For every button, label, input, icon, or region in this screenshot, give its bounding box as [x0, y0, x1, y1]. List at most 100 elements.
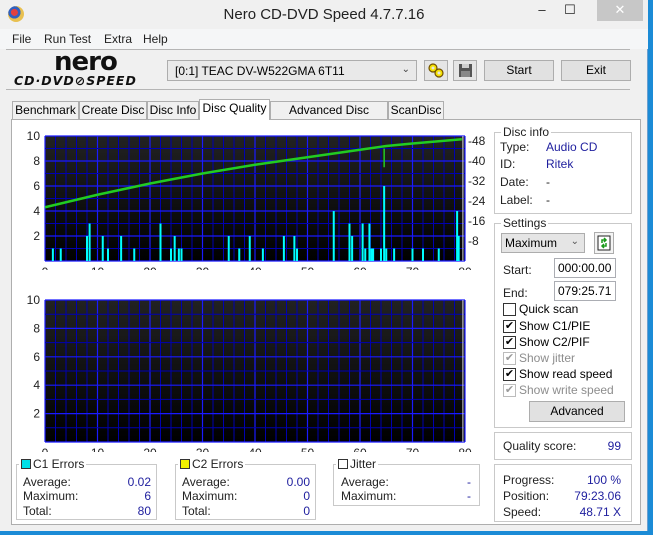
jitter-average-value: - — [467, 475, 471, 489]
x-tick-label: 30 — [196, 265, 210, 270]
error-bar — [107, 248, 109, 261]
start-button[interactable]: Start — [484, 60, 554, 81]
c1-average-value: 0.02 — [127, 475, 151, 489]
error-bar — [293, 236, 296, 261]
y-tick-label: 2 — [33, 229, 40, 243]
checkmark-icon[interactable]: ✔ — [503, 368, 516, 381]
error-bar — [180, 248, 183, 261]
error-bar — [411, 248, 414, 261]
progress-label: Progress: — [503, 473, 555, 487]
jitter-color-swatch — [338, 459, 348, 469]
y2-tick-label: -24 — [468, 194, 486, 208]
checkmark-icon: ✔ — [503, 352, 516, 365]
c1-maximum-label: Maximum: — [23, 489, 79, 503]
quality-score-value: 99 — [607, 439, 621, 453]
tab-benchmark[interactable]: Benchmark — [12, 101, 79, 119]
jitter-title: Jitter — [336, 457, 379, 471]
drive-info-button[interactable] — [424, 60, 448, 81]
checkmark-icon: ✔ — [503, 384, 516, 397]
y-tick-label: 8 — [33, 321, 40, 335]
tab-disc-info[interactable]: Disc Info — [147, 101, 199, 119]
close-button[interactable]: ✕ — [597, 0, 643, 21]
refresh-button[interactable] — [594, 232, 614, 254]
x-tick-label: 20 — [143, 446, 157, 452]
checkmark-icon[interactable]: ✔ — [503, 336, 516, 349]
position-label: Position: — [503, 489, 550, 503]
speed-select[interactable]: Maximum ⌄ — [501, 233, 585, 253]
minimize-button[interactable]: – — [528, 0, 556, 21]
position-value: 79:23.06 — [574, 489, 621, 503]
speed-select-value: Maximum — [505, 236, 558, 250]
y-tick-label: 6 — [33, 179, 40, 193]
error-bar — [177, 248, 180, 261]
x-tick-label: 10 — [91, 265, 105, 270]
tab-advanced-disc-quality[interactable]: Advanced Disc Quality — [270, 101, 388, 133]
c2-errors-title: C2 Errors — [178, 457, 246, 471]
error-bar — [351, 236, 354, 261]
error-bar — [348, 223, 351, 261]
speed-value: 48.71 X — [579, 505, 621, 519]
disc-info-title: Disc info — [501, 125, 552, 139]
x-tick-label: 70 — [406, 446, 420, 452]
menu-file[interactable]: File — [12, 32, 31, 46]
c1-average-label: Average: — [23, 475, 71, 489]
error-bar — [248, 236, 251, 261]
x-tick-label: 60 — [353, 446, 367, 452]
menu-run-test[interactable]: Run Test — [44, 32, 91, 46]
checkmark-icon[interactable]: ✔ — [503, 320, 516, 333]
y-tick-label: 10 — [27, 293, 41, 307]
c1-errors-title: C1 Errors — [19, 457, 87, 471]
y-tick-label: 8 — [33, 154, 40, 168]
menu-help[interactable]: Help — [143, 32, 168, 46]
menu-extra[interactable]: Extra — [104, 32, 132, 46]
error-bar — [383, 186, 386, 261]
app-window: Nero CD-DVD Speed 4.7.7.16 – ☐ ✕ File Ru… — [0, 0, 648, 531]
chevron-down-icon: ⌄ — [570, 236, 579, 247]
c2-average-label: Average: — [182, 475, 230, 489]
save-button[interactable] — [453, 60, 477, 81]
checkbox-box[interactable] — [503, 303, 516, 316]
tab-disc-quality[interactable]: Disc Quality — [199, 99, 270, 120]
x-tick-label: 60 — [353, 265, 367, 270]
start-time-input[interactable]: 000:00.00 — [554, 258, 616, 278]
date-value: - — [546, 175, 550, 189]
exit-button[interactable]: Exit — [561, 60, 631, 81]
x-tick-label: 30 — [196, 446, 210, 452]
y2-tick-label: -40 — [468, 154, 486, 168]
date-label: Date: — [500, 175, 529, 189]
tab-create-disc[interactable]: Create Disc — [79, 101, 147, 119]
y-tick-label: 10 — [27, 129, 41, 143]
error-bar — [51, 248, 54, 261]
x-tick-label: 40 — [248, 265, 262, 270]
x-tick-label: 80 — [458, 265, 472, 270]
menu-bar: File Run Test Extra Help — [0, 29, 648, 49]
c1-total-label: Total: — [23, 504, 52, 518]
error-bar — [88, 223, 91, 261]
y-tick-label: 4 — [33, 204, 40, 218]
c1-read-speed-chart: 2 4 6 8 10 0 10 20 30 40 50 60 70 80 -8 -16 -24 -32 -40 -48 — [27, 129, 486, 270]
error-bar — [227, 236, 230, 261]
tab-scandisc[interactable]: ScanDisc — [388, 101, 444, 119]
c2-chart: 2 4 6 8 10 0 10 20 30 40 50 60 70 80 — [27, 293, 472, 452]
error-bar — [101, 236, 104, 261]
id-label: ID: — [500, 157, 516, 171]
error-bar — [282, 236, 285, 261]
x-tick-label: 0 — [42, 265, 49, 270]
c2-color-swatch — [180, 459, 190, 469]
error-bar — [385, 248, 388, 261]
jitter-maximum-value: - — [467, 489, 471, 503]
x-tick-label: 40 — [248, 446, 262, 452]
end-time-input[interactable]: 079:25.71 — [554, 281, 616, 301]
chevron-down-icon: ⌄ — [401, 64, 410, 75]
error-bar — [261, 248, 264, 261]
c2-total-label: Total: — [182, 504, 211, 518]
error-bar — [457, 236, 460, 261]
refresh-icon — [597, 235, 611, 251]
maximize-button[interactable]: ☐ — [556, 0, 584, 21]
id-value: Ritek — [546, 157, 574, 171]
drive-select[interactable]: [0:1] TEAC DV-W522GMA 6T11 ⌄ — [167, 60, 417, 81]
advanced-button[interactable]: Advanced — [529, 401, 625, 422]
jitter-maximum-label: Maximum: — [341, 489, 397, 503]
nero-logo: nero CD·DVD⊘SPEED — [14, 47, 160, 89]
error-bar — [437, 248, 440, 261]
